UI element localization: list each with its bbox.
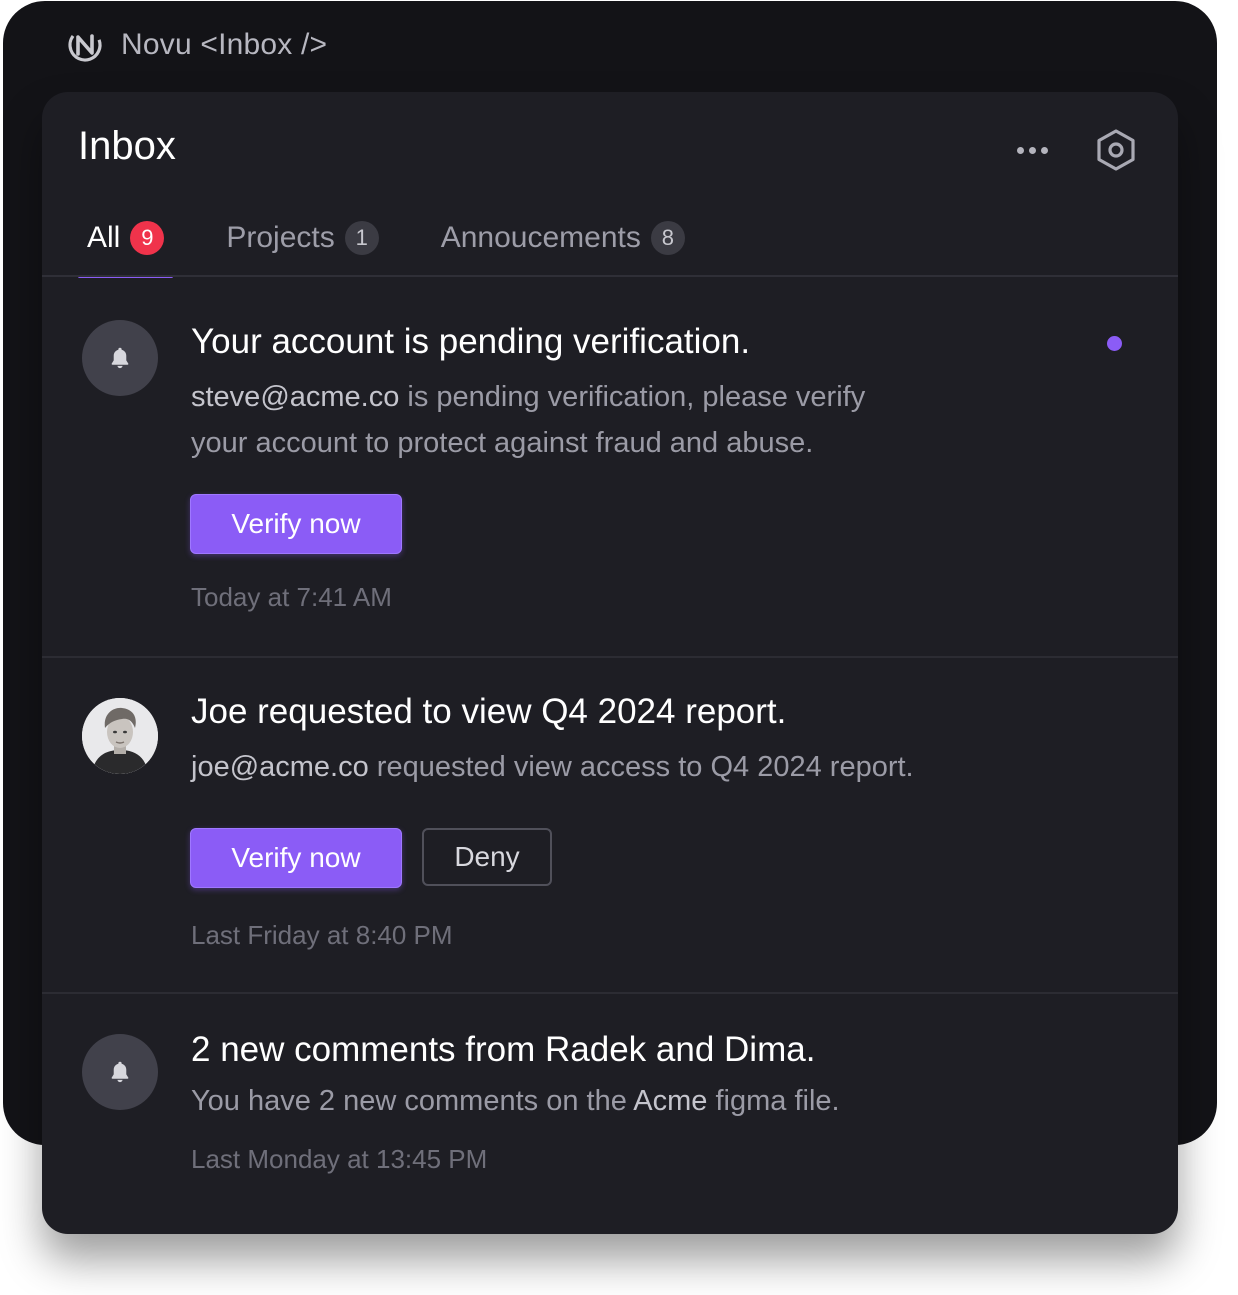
notification-title: Your account is pending verification. (191, 322, 751, 361)
avatar (82, 320, 158, 396)
count-badge: 8 (650, 221, 685, 255)
email-highlight: joe@acme.co (191, 751, 369, 783)
timestamp: Today at 7:41 AM (191, 582, 392, 612)
tab-label: Projects (226, 221, 335, 254)
email-highlight: steve@acme.co (191, 381, 400, 413)
notification-item[interactable]: 2 new comments from Radek and Dima. You … (42, 994, 1178, 1234)
notification-body: joe@acme.co requested view access to Q4 … (191, 744, 1091, 790)
inbox-title: Inbox (78, 124, 176, 168)
verify-now-button[interactable]: Verify now (190, 494, 402, 554)
bell-icon (111, 1061, 129, 1083)
notification-item[interactable]: Your account is pending verification. st… (42, 278, 1178, 656)
brand-name: Novu <Inbox /> (121, 28, 328, 61)
body-text: is pending verification, please verify (399, 381, 866, 413)
user-photo-icon (82, 698, 158, 774)
verify-now-button[interactable]: Verify now (190, 828, 402, 888)
tab-all[interactable]: All 9 (78, 198, 174, 278)
tab-label: All (87, 221, 121, 254)
avatar (82, 1034, 158, 1110)
settings-button[interactable] (1090, 124, 1142, 176)
body-text: your account to protect against fraud an… (191, 427, 814, 459)
dot-icon (1040, 146, 1048, 154)
count-badge: 1 (344, 221, 379, 255)
notification-title: Joe requested to view Q4 2024 report. (191, 692, 787, 731)
divider (42, 275, 1178, 277)
body-text: You have 2 new comments on the (191, 1085, 634, 1117)
inbox-panel: Inbox All 9 Projects 1 Annoucements 8 Yo… (42, 92, 1178, 1234)
unread-indicator (1107, 336, 1122, 351)
body-text: figma file. (707, 1085, 840, 1117)
brand: Novu <Inbox /> (65, 25, 327, 65)
tab-projects[interactable]: Projects 1 (217, 198, 387, 278)
timestamp: Last Friday at 8:40 PM (191, 920, 453, 950)
notification-item[interactable]: Joe requested to view Q4 2024 report. jo… (42, 658, 1178, 992)
deny-button[interactable]: Deny (422, 828, 552, 886)
dot-icon (1016, 146, 1024, 154)
notification-body: You have 2 new comments on the Acme figm… (191, 1078, 1091, 1124)
dot-icon (1028, 146, 1036, 154)
bell-icon (111, 347, 129, 369)
tab-announcements[interactable]: Annoucements 8 (432, 198, 694, 278)
body-text: requested view access to Q4 2024 report. (368, 751, 914, 783)
file-highlight: Acme (633, 1085, 708, 1117)
notification-body: steve@acme.co is pending verification, p… (191, 374, 971, 466)
timestamp: Last Monday at 13:45 PM (191, 1144, 488, 1174)
novu-logo-icon (68, 28, 102, 62)
user-avatar (82, 698, 158, 774)
notification-title: 2 new comments from Radek and Dima. (191, 1030, 816, 1069)
settings-icon (1097, 129, 1135, 171)
tab-label: Annoucements (440, 221, 641, 254)
tab-bar: All 9 Projects 1 Annoucements 8 (78, 198, 1178, 278)
unread-count-badge: 9 (130, 221, 165, 255)
more-options-button[interactable] (1004, 132, 1060, 168)
